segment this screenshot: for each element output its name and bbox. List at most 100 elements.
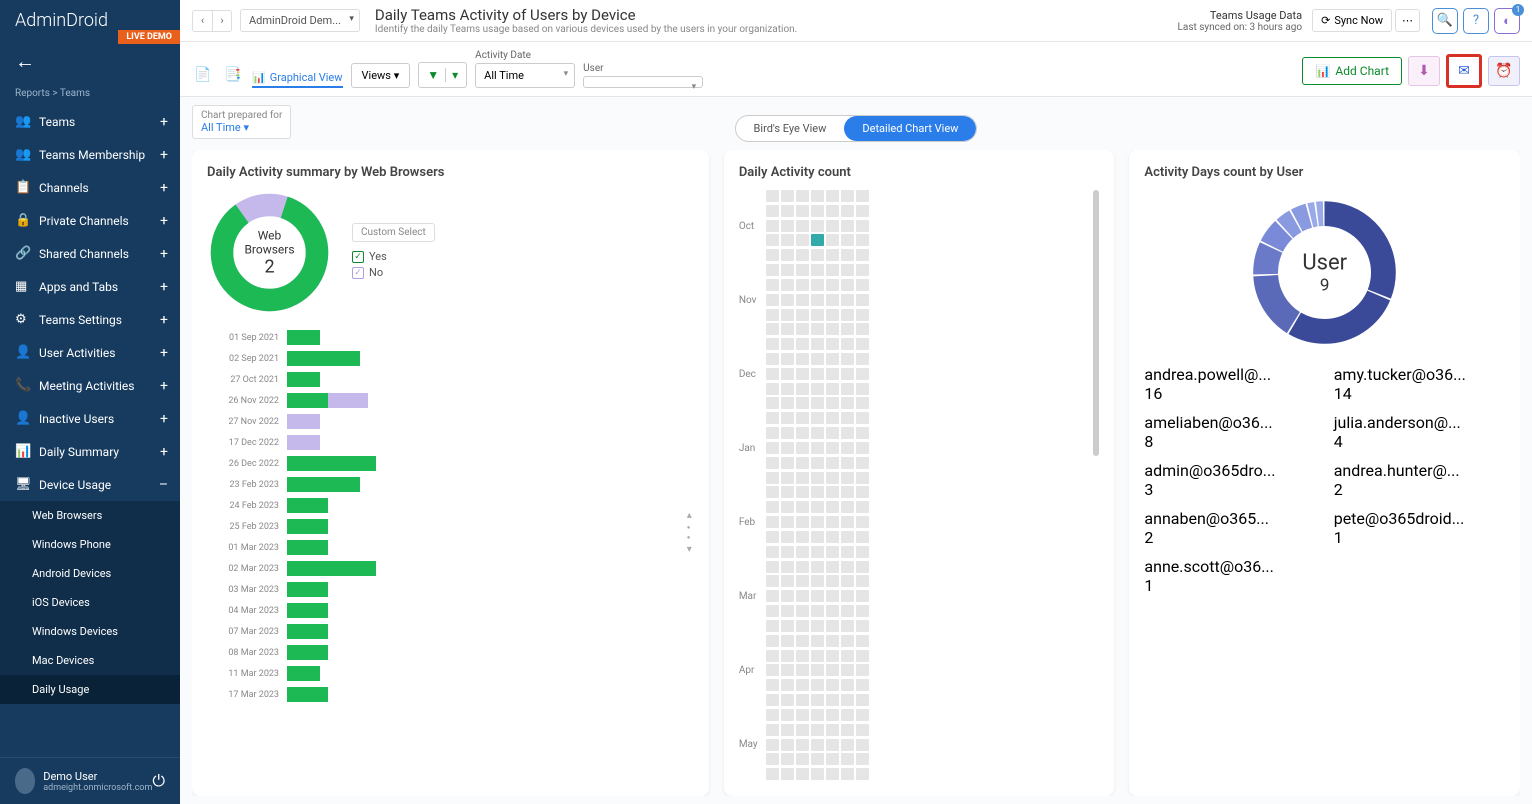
nav-label: Teams [39, 115, 75, 129]
card2-title: Daily Activity count [739, 165, 1100, 180]
help-icon[interactable]: ? [1463, 8, 1489, 34]
sync-time: Last synced on: 3 hours ago [1178, 22, 1303, 33]
sidebar-item-channels[interactable]: 📋Channels+ [0, 171, 180, 204]
legend-yes[interactable]: ✓Yes [352, 250, 435, 263]
more-button[interactable]: ⋯ [1395, 9, 1420, 32]
back-button[interactable]: ← [0, 41, 180, 82]
heatmap-cell [841, 679, 854, 691]
custom-select-button[interactable]: Custom Select [352, 223, 435, 242]
bar-seg-no [328, 393, 369, 408]
heatmap-cell [811, 338, 824, 350]
export-icon[interactable]: 📑 [222, 62, 244, 88]
download-button[interactable]: ⬇ [1408, 56, 1440, 86]
heatmap-cell [781, 724, 794, 736]
heatmap-cell [766, 546, 779, 558]
bar-track [287, 351, 694, 366]
sidebar-item-teams-settings[interactable]: ⚙Teams Settings+ [0, 303, 180, 336]
sidebar-subitem-mac-devices[interactable]: Mac Devices [0, 646, 180, 675]
detailed-chart-view-tab[interactable]: Detailed Chart View [844, 116, 976, 141]
list-view-icon[interactable]: 📄 [192, 62, 214, 88]
heatmap-cell [766, 338, 779, 350]
legend-no[interactable]: ✓No [352, 266, 435, 279]
heatmap-cell [781, 575, 794, 587]
sidebar-item-device-usage[interactable]: 🖥Device Usage– [0, 468, 180, 501]
sidebar-item-daily-summary[interactable]: 📊Daily Summary+ [0, 435, 180, 468]
user-select[interactable] [583, 76, 703, 88]
sidebar-subitem-windows-phone[interactable]: Windows Phone [0, 530, 180, 559]
heatmap-cell [796, 590, 809, 602]
mail-button[interactable]: ✉ [1446, 54, 1482, 88]
heatmap-cell [766, 368, 779, 380]
graphical-view-tab[interactable]: 📊 Graphical View [252, 71, 343, 88]
heatmap-cell [826, 457, 839, 469]
heatmap-cell [841, 739, 854, 751]
heatmap-month-label: Apr [739, 665, 758, 676]
heatmap-cell [826, 205, 839, 217]
user-email: admeight.onmicrosoft.com [43, 783, 152, 793]
heatmap-cell [781, 739, 794, 751]
bar-seg-yes [287, 456, 376, 471]
bar-seg-yes [287, 330, 320, 345]
sidebar-item-private-channels[interactable]: 🔒Private Channels+ [0, 204, 180, 237]
schedule-button[interactable]: ⏰ [1488, 56, 1520, 86]
heatmap-cell [781, 397, 794, 409]
stat-name: andrea.hunter@... [1334, 461, 1505, 480]
sidebar-subitem-android-devices[interactable]: Android Devices [0, 559, 180, 588]
heatmap-cell [811, 383, 824, 395]
sidebar-item-user-activities[interactable]: 👤User Activities+ [0, 336, 180, 369]
heatmap-cell [781, 457, 794, 469]
sidebar-item-meeting-activities[interactable]: 📞Meeting Activities+ [0, 369, 180, 402]
search-icon[interactable]: 🔍 [1432, 8, 1458, 34]
sync-button[interactable]: ⟳ Sync Now [1312, 9, 1392, 32]
sidebar-item-shared-channels[interactable]: 🔗Shared Channels+ [0, 237, 180, 270]
heatmap-cell [796, 249, 809, 261]
heatmap-cell [811, 768, 824, 780]
sidebar-subitem-ios-devices[interactable]: iOS Devices [0, 588, 180, 617]
birds-eye-view-tab[interactable]: Bird's Eye View [736, 116, 845, 141]
heatmap-cell [781, 442, 794, 454]
heatmap-cell [811, 220, 824, 232]
prev-button[interactable]: ‹ [192, 10, 212, 32]
add-chart-button[interactable]: 📊 Add Chart [1302, 57, 1402, 85]
sidebar-subitem-daily-usage[interactable]: Daily Usage [0, 675, 180, 704]
bar-track [287, 582, 694, 597]
heatmap-scrollbar[interactable] [1093, 190, 1099, 456]
breadcrumb: Reports > Teams [0, 82, 180, 105]
sidebar-subitem-web-browsers[interactable]: Web Browsers [0, 501, 180, 530]
bar-track [287, 561, 694, 576]
heatmap-cell [781, 294, 794, 306]
views-dropdown[interactable]: Views ▾ [351, 63, 411, 88]
filter-button[interactable]: ▼▾ [418, 62, 467, 88]
heatmap-cell [826, 383, 839, 395]
heatmap-cell [766, 234, 779, 246]
user-stat: pete@o365droid...1 [1334, 509, 1505, 547]
heatmap-cell [796, 220, 809, 232]
next-button[interactable]: › [212, 10, 232, 32]
heatmap-cell [841, 412, 854, 424]
add-chart-label: Add Chart [1335, 64, 1389, 78]
heatmap-cell [766, 501, 779, 513]
heatmap-cell [826, 264, 839, 276]
sidebar-item-teams-membership[interactable]: 👥Teams Membership+ [0, 138, 180, 171]
heatmap-cell [826, 709, 839, 721]
nav-label: Daily Summary [39, 445, 119, 459]
sidebar-item-inactive-users[interactable]: 👤Inactive Users+ [0, 402, 180, 435]
org-dropdown[interactable]: AdminDroid Dem... [240, 9, 360, 32]
sidebar-subitem-windows-devices[interactable]: Windows Devices [0, 617, 180, 646]
heatmap-cell [766, 650, 779, 662]
heatmap-cell [826, 249, 839, 261]
logout-icon[interactable]: ⏻ [152, 771, 165, 791]
sidebar-item-apps-and-tabs[interactable]: ▦Apps and Tabs+ [0, 270, 180, 303]
heatmap-cell [856, 249, 869, 261]
heatmap-cell [826, 724, 839, 736]
notification-icon[interactable]: ◐1 [1494, 8, 1520, 34]
heatmap-cell [811, 620, 824, 632]
bar-row: 01 Sep 2021 [207, 330, 694, 345]
nav-label: Channels [39, 181, 89, 195]
sidebar-item-teams[interactable]: 👥Teams+ [0, 105, 180, 138]
activity-date-select[interactable]: All Time [475, 63, 575, 88]
heatmap-cell [826, 768, 839, 780]
heatmap-cell [841, 442, 854, 454]
heatmap-cell [826, 664, 839, 676]
heatmap-cell [811, 323, 824, 335]
